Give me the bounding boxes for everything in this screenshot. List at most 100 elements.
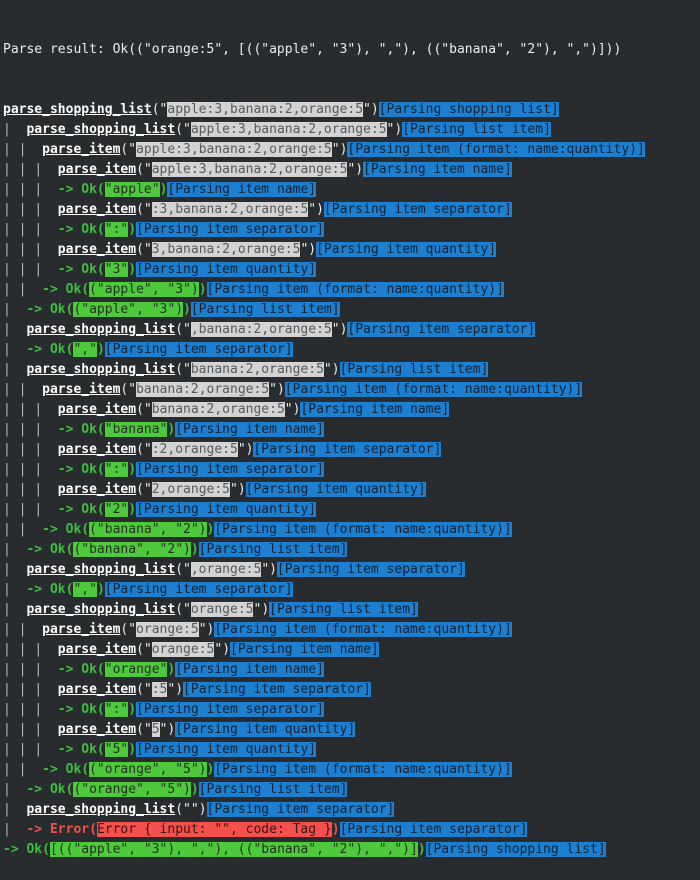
ok-result-prefix: -> Ok( bbox=[57, 502, 105, 517]
ok-result-prefix: -> Ok( bbox=[26, 542, 74, 557]
trace-line: | | | -> Ok(":")[Parsing item separator] bbox=[0, 700, 700, 720]
parse-result-header: Parse result: Ok(("orange:5", [(("apple"… bbox=[0, 40, 700, 60]
ok-result-value: [(("apple", "3"), ","), (("banana", "2")… bbox=[49, 842, 418, 857]
tree-guide-pipe: | bbox=[18, 262, 35, 277]
parser-function-name: parse_item bbox=[57, 682, 137, 697]
tree-guide-pipe: | bbox=[3, 342, 19, 357]
tree-guide-pipe: | bbox=[3, 442, 19, 457]
tree-guide-pipe: | bbox=[34, 422, 50, 437]
close-paren: ) bbox=[308, 242, 317, 257]
trace-line: | | | parse_item("3,banana:2,orange:5")[… bbox=[0, 240, 700, 260]
open-paren: ( bbox=[136, 202, 144, 217]
trace-line: | parse_shopping_list(",orange:5")[Parsi… bbox=[0, 560, 700, 580]
ok-result-value: "banana" bbox=[104, 422, 168, 437]
error-result-prefix: -> Error( bbox=[26, 822, 97, 837]
close-paren: ) bbox=[316, 202, 324, 217]
trace-line: | -> Error(Error { input: "", code: Tag … bbox=[0, 820, 700, 840]
close-quote: " bbox=[230, 482, 238, 497]
open-paren: ( bbox=[136, 442, 144, 457]
ok-result-prefix: -> Ok( bbox=[26, 582, 74, 597]
ok-result-prefix: -> Ok( bbox=[57, 222, 105, 237]
close-quote: " bbox=[214, 642, 223, 657]
trace-line: | -> Ok(("banana", "2"))[Parsing list it… bbox=[0, 540, 700, 560]
close-paren: ) bbox=[183, 302, 191, 317]
tree-guide-pipe: | bbox=[3, 522, 19, 537]
parser-context-tag: [Parsing item separator] bbox=[276, 562, 465, 577]
ok-result-prefix: -> Ok( bbox=[57, 662, 105, 677]
open-quote: " bbox=[183, 322, 191, 337]
parser-context-tag: [Parsing item name] bbox=[175, 662, 324, 677]
ok-result-prefix: -> Ok( bbox=[42, 522, 90, 537]
indent-pad bbox=[34, 622, 42, 637]
tree-guide-pipe: | bbox=[18, 442, 35, 457]
parser-context-tag: [Parsing item separator] bbox=[104, 342, 293, 357]
parser-context-tag: [Parsing item separator] bbox=[104, 582, 293, 597]
tree-guide-pipe: | bbox=[34, 702, 50, 717]
ok-result-prefix: -> Ok( bbox=[42, 762, 90, 777]
close-quote: " bbox=[198, 622, 207, 637]
tree-guide-pipe: | bbox=[18, 202, 35, 217]
open-quote: " bbox=[128, 382, 137, 397]
indent-pad bbox=[50, 502, 58, 517]
parser-context-tag: [Parsing list item] bbox=[402, 122, 551, 137]
tree-guide-pipe: | bbox=[34, 682, 50, 697]
open-paren: ( bbox=[136, 482, 144, 497]
parser-context-tag: [Parsing item separator] bbox=[339, 822, 528, 837]
parser-input-string: banana:2,orange:5 bbox=[136, 382, 270, 397]
parser-input-string: ,orange:5 bbox=[190, 562, 262, 577]
parser-input-string: banana:2,orange:5 bbox=[190, 362, 324, 377]
close-paren: ) bbox=[331, 362, 340, 377]
parse-result-header-text: Parse result: Ok(("orange:5", [(("apple"… bbox=[3, 42, 622, 57]
ok-result-prefix: -> Ok( bbox=[57, 742, 105, 757]
parser-input-string: banana:2,orange:5 bbox=[151, 402, 285, 417]
parser-context-tag: [Parsing item quantity] bbox=[136, 742, 317, 757]
trace-line: | | -> Ok(("banana", "2"))[Parsing item … bbox=[0, 520, 700, 540]
ok-result-prefix: -> Ok( bbox=[57, 422, 105, 437]
close-quote: " bbox=[363, 102, 371, 117]
tree-guide-pipe: | bbox=[18, 222, 35, 237]
ok-result-value: "," bbox=[73, 342, 97, 357]
parser-input-string: :2,orange:5 bbox=[151, 442, 238, 457]
trace-line: -> Ok([(("apple", "3"), ","), (("banana"… bbox=[0, 840, 700, 860]
parser-context-tag: [Parsing item (format: name:quantity)] bbox=[214, 762, 512, 777]
parser-function-name: parse_shopping_list bbox=[26, 562, 176, 577]
trace-line: parse_shopping_list("apple:3,banana:2,or… bbox=[0, 100, 700, 120]
tree-guide-pipe: | bbox=[18, 182, 35, 197]
close-paren: ) bbox=[198, 802, 207, 817]
tree-guide-pipe: | bbox=[18, 522, 35, 537]
tree-guide-pipe: | bbox=[3, 822, 19, 837]
parser-context-tag: [Parsing item quantity] bbox=[316, 242, 497, 257]
parser-function-name: parse_shopping_list bbox=[26, 122, 176, 137]
tree-guide-pipe: | bbox=[34, 662, 50, 677]
ok-result-value: ":" bbox=[104, 222, 129, 237]
close-paren: ) bbox=[331, 822, 340, 837]
indent-pad bbox=[34, 282, 42, 297]
close-paren: ) bbox=[128, 742, 137, 757]
open-quote: " bbox=[143, 722, 152, 737]
indent-pad bbox=[34, 142, 42, 157]
indent-pad bbox=[50, 222, 58, 237]
tree-guide-pipe: | bbox=[3, 722, 19, 737]
close-paren: ) bbox=[394, 122, 403, 137]
tree-guide-pipe: | bbox=[18, 422, 35, 437]
parser-input-string: orange:5 bbox=[136, 622, 199, 637]
indent-pad bbox=[50, 742, 58, 757]
ok-result-prefix: -> Ok( bbox=[42, 282, 90, 297]
ok-result-prefix: -> Ok( bbox=[57, 262, 105, 277]
trace-line: | | | parse_item(":2,orange:5")[Parsing … bbox=[0, 440, 700, 460]
parser-function-name: parse_item bbox=[42, 382, 121, 397]
tree-guide-pipe: | bbox=[3, 462, 19, 477]
tree-guide-pipe: | bbox=[18, 462, 35, 477]
close-paren: ) bbox=[96, 582, 105, 597]
open-quote: " bbox=[143, 402, 152, 417]
trace-line: | -> Ok(",")[Parsing item separator] bbox=[0, 580, 700, 600]
parser-function-name: parse_shopping_list bbox=[26, 802, 176, 817]
indent-pad bbox=[19, 822, 27, 837]
trace-line: | | | -> Ok(":")[Parsing item separator] bbox=[0, 460, 700, 480]
parser-function-name: parse_item bbox=[57, 482, 137, 497]
close-paren: ) bbox=[128, 702, 137, 717]
close-quote: " bbox=[261, 562, 270, 577]
trace-line: | | -> Ok(("apple", "3"))[Parsing item (… bbox=[0, 280, 700, 300]
tree-guide-pipe: | bbox=[3, 282, 19, 297]
close-paren: ) bbox=[96, 342, 105, 357]
